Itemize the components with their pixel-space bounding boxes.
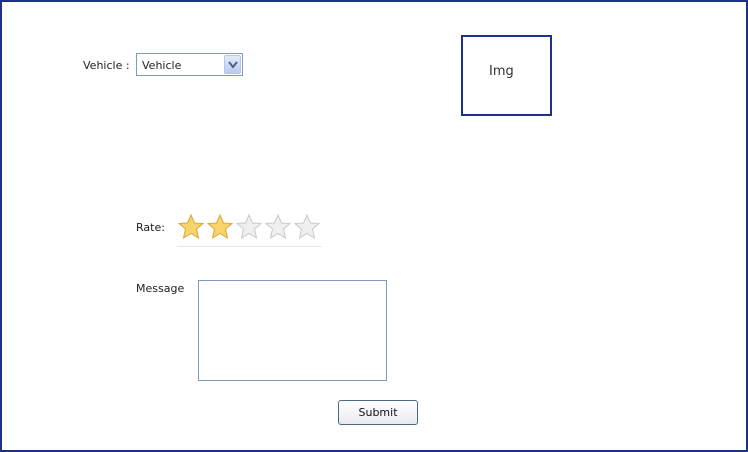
form-frame: Vehicle : Vehicle Img Rate: Message Subm… (0, 0, 748, 452)
message-label: Message (136, 282, 185, 295)
rate-label: Rate: (136, 221, 165, 234)
vehicle-select[interactable]: Vehicle (136, 53, 243, 76)
vehicle-label: Vehicle : (83, 59, 130, 72)
star-icon[interactable] (177, 213, 205, 241)
dropdown-button[interactable] (224, 55, 241, 74)
star-icon[interactable] (264, 213, 292, 241)
chevron-down-icon (228, 61, 238, 69)
image-placeholder-text: Img (489, 64, 514, 79)
vehicle-select-value: Vehicle (142, 59, 182, 72)
star-icon[interactable] (235, 213, 263, 241)
submit-button[interactable]: Submit (338, 400, 418, 425)
image-placeholder: Img (461, 35, 552, 116)
star-icon[interactable] (293, 213, 321, 241)
star-rating[interactable] (177, 213, 322, 247)
star-icon[interactable] (206, 213, 234, 241)
message-textarea[interactable] (198, 280, 387, 381)
